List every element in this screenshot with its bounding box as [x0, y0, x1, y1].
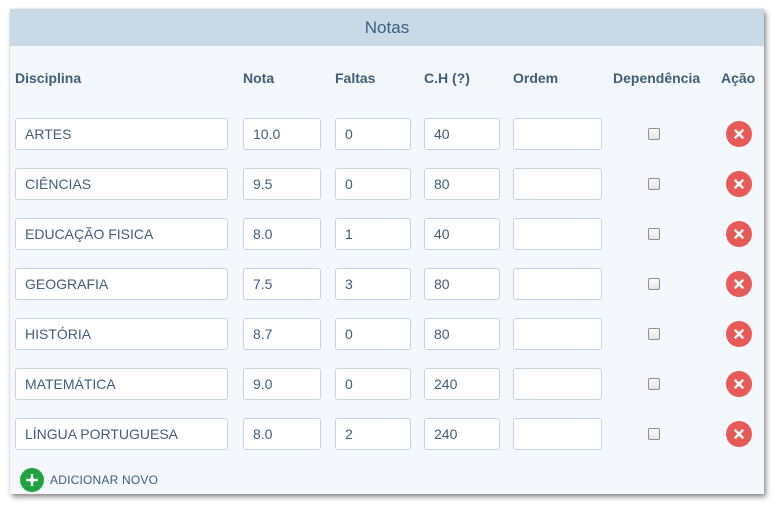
faltas-input[interactable]: 0: [335, 118, 411, 150]
delete-row-button[interactable]: [726, 171, 752, 197]
disciplina-input[interactable]: LÍNGUA PORTUGUESA: [15, 418, 228, 450]
close-icon: [734, 179, 744, 189]
disciplina-input[interactable]: ARTES: [15, 118, 228, 150]
ch-input[interactable]: 40: [424, 218, 500, 250]
column-header-faltas: Faltas: [335, 70, 376, 86]
ch-input[interactable]: 80: [424, 268, 500, 300]
dependencia-checkbox[interactable]: [648, 328, 660, 340]
delete-row-button[interactable]: [726, 271, 752, 297]
column-header-ch: C.H (?): [424, 70, 470, 86]
notas-panel: Notas Disciplina Nota Faltas C.H (?) Ord…: [10, 9, 764, 494]
column-header-nota: Nota: [243, 70, 275, 86]
add-new-button[interactable]: ADICIONAR NOVO: [20, 468, 158, 492]
delete-row-button[interactable]: [726, 421, 752, 447]
ordem-input[interactable]: [513, 318, 602, 350]
ch-input[interactable]: 240: [424, 368, 500, 400]
dependencia-checkbox[interactable]: [648, 378, 660, 390]
faltas-input[interactable]: 2: [335, 418, 411, 450]
dependencia-checkbox[interactable]: [648, 228, 660, 240]
table-row: CIÊNCIAS 9.5 0 80: [10, 168, 764, 202]
disciplina-input[interactable]: GEOGRAFIA: [15, 268, 228, 300]
column-header-dependencia: Dependência: [613, 70, 701, 86]
disciplina-input[interactable]: MATEMÁTICA: [15, 368, 228, 400]
faltas-input[interactable]: 3: [335, 268, 411, 300]
faltas-input[interactable]: 1: [335, 218, 411, 250]
nota-input[interactable]: 9.5: [243, 168, 321, 200]
close-icon: [734, 379, 744, 389]
nota-input[interactable]: 7.5: [243, 268, 321, 300]
dependencia-checkbox[interactable]: [648, 128, 660, 140]
faltas-input[interactable]: 0: [335, 168, 411, 200]
nota-input[interactable]: 10.0: [243, 118, 321, 150]
delete-row-button[interactable]: [726, 121, 752, 147]
close-icon: [734, 329, 744, 339]
panel-title: Notas: [10, 9, 764, 46]
dependencia-checkbox[interactable]: [648, 278, 660, 290]
table-row: GEOGRAFIA 7.5 3 80: [10, 268, 764, 302]
table-row: HISTÓRIA 8.7 0 80: [10, 318, 764, 352]
nota-input[interactable]: 8.0: [243, 418, 321, 450]
ordem-input[interactable]: [513, 268, 602, 300]
delete-row-button[interactable]: [726, 321, 752, 347]
dependencia-checkbox[interactable]: [648, 428, 660, 440]
table-row: ARTES 10.0 0 40: [10, 118, 764, 152]
ordem-input[interactable]: [513, 218, 602, 250]
table-row: LÍNGUA PORTUGUESA 8.0 2 240: [10, 418, 764, 452]
column-header-disciplina: Disciplina: [15, 70, 82, 86]
table-row: MATEMÁTICA 9.0 0 240: [10, 368, 764, 402]
close-icon: [734, 129, 744, 139]
disciplina-input[interactable]: CIÊNCIAS: [15, 168, 228, 200]
table-row: EDUCAÇÃO FISICA 8.0 1 40: [10, 218, 764, 252]
dependencia-checkbox[interactable]: [648, 178, 660, 190]
close-icon: [734, 279, 744, 289]
column-header-acao: Ação: [721, 70, 756, 86]
ch-input[interactable]: 80: [424, 168, 500, 200]
plus-circle-icon: [20, 468, 44, 492]
faltas-input[interactable]: 0: [335, 318, 411, 350]
close-icon: [734, 229, 744, 239]
ordem-input[interactable]: [513, 118, 602, 150]
ch-input[interactable]: 80: [424, 318, 500, 350]
column-header-ordem: Ordem: [513, 70, 559, 86]
disciplina-input[interactable]: HISTÓRIA: [15, 318, 228, 350]
ch-input[interactable]: 240: [424, 418, 500, 450]
nota-input[interactable]: 9.0: [243, 368, 321, 400]
delete-row-button[interactable]: [726, 371, 752, 397]
disciplina-input[interactable]: EDUCAÇÃO FISICA: [15, 218, 228, 250]
close-icon: [734, 429, 744, 439]
nota-input[interactable]: 8.0: [243, 218, 321, 250]
ordem-input[interactable]: [513, 368, 602, 400]
nota-input[interactable]: 8.7: [243, 318, 321, 350]
ch-input[interactable]: 40: [424, 118, 500, 150]
ordem-input[interactable]: [513, 168, 602, 200]
add-new-label: ADICIONAR NOVO: [50, 473, 159, 487]
faltas-input[interactable]: 0: [335, 368, 411, 400]
ordem-input[interactable]: [513, 418, 602, 450]
delete-row-button[interactable]: [726, 221, 752, 247]
